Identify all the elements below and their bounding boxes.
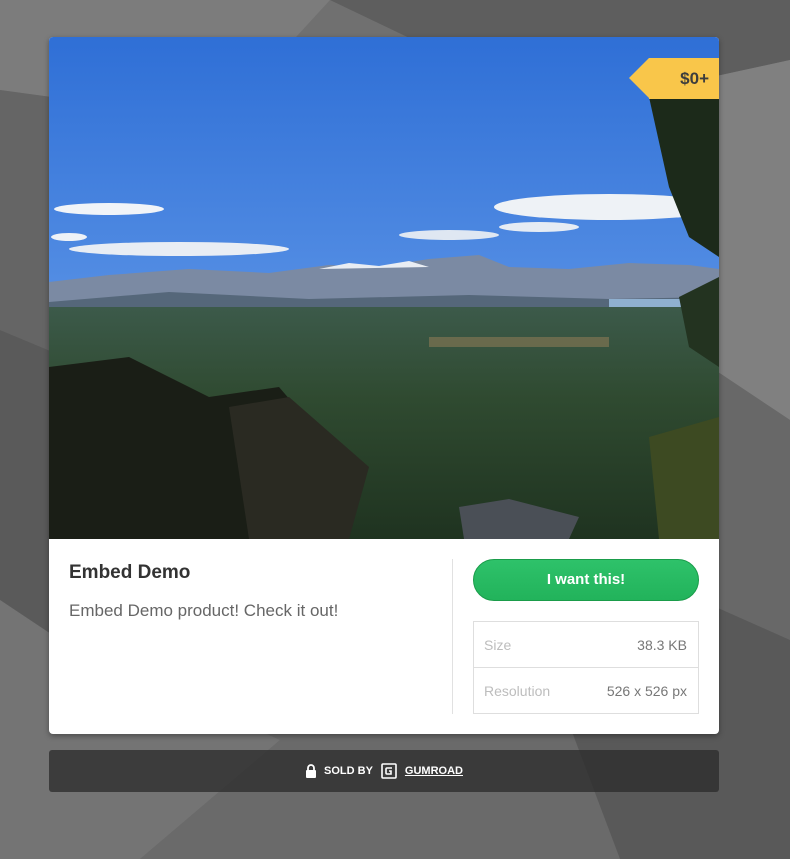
sold-by-bar: SOLD BY GUMROAD	[49, 750, 719, 792]
product-description: Embed Demo product! Check it out!	[69, 601, 339, 620]
product-card: $0+ Embed Demo Embed Demo product! Check…	[49, 37, 719, 734]
attribute-label: Resolution	[484, 682, 551, 699]
vertical-divider	[452, 559, 453, 714]
sold-by-label: SOLD BY	[324, 765, 373, 777]
attribute-row-size: Size 38.3 KB	[474, 622, 698, 667]
product-title: Embed Demo	[69, 562, 191, 583]
price-tag: $0+	[629, 58, 719, 99]
attribute-value: 526 x 526 px	[606, 682, 687, 699]
lock-icon	[306, 764, 317, 778]
gumroad-logo-icon	[381, 763, 397, 779]
product-image	[49, 37, 719, 539]
gumroad-link[interactable]: GUMROAD	[405, 765, 463, 777]
i-want-this-button[interactable]: I want this!	[473, 559, 699, 601]
attribute-label: Size	[484, 636, 512, 653]
attribute-row-resolution: Resolution 526 x 526 px	[474, 667, 698, 713]
product-attributes: Size 38.3 KB Resolution 526 x 526 px	[473, 621, 699, 714]
attribute-value: 38.3 KB	[637, 636, 687, 653]
product-info: Embed Demo Embed Demo product! Check it …	[69, 560, 429, 622]
